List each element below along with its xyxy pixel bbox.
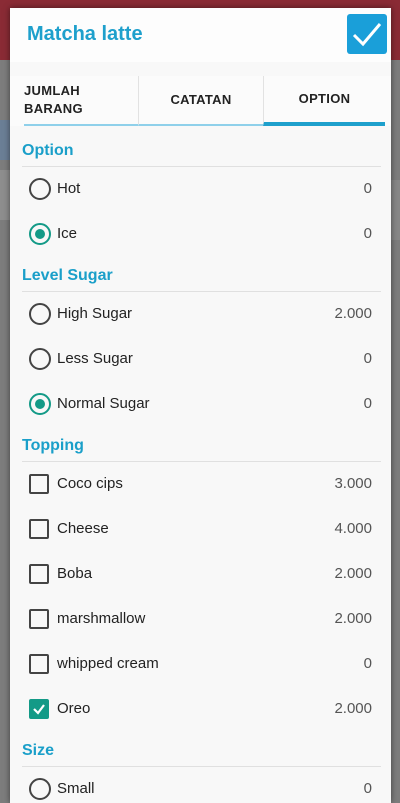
product-option-dialog: Matcha latte JUMLAH BARANG CATATAN OPTION… <box>10 8 391 803</box>
section-header-level-sugar: Level Sugar <box>10 257 391 292</box>
tab-label-line2: BARANG <box>24 101 83 116</box>
tab-label: OPTION <box>298 91 351 106</box>
checkbox-option-coco-cips[interactable]: Coco cips 3.000 <box>10 462 391 507</box>
tab-label-line1: JUMLAH <box>24 83 80 98</box>
radio-button[interactable] <box>29 178 51 200</box>
option-label: whipped cream <box>57 655 159 672</box>
radio-button[interactable] <box>29 303 51 325</box>
radio-option-normal-sugar[interactable]: Normal Sugar 0 <box>10 382 391 427</box>
option-price: 2.000 <box>334 700 372 717</box>
option-price: 0 <box>363 780 372 797</box>
section-title: Option <box>22 142 74 159</box>
radio-option-less-sugar[interactable]: Less Sugar 0 <box>10 337 391 382</box>
dialog-title: Matcha latte <box>27 23 143 45</box>
checkbox[interactable] <box>29 564 49 584</box>
option-label: High Sugar <box>57 305 133 322</box>
tab-bar: JUMLAH BARANG CATATAN OPTION <box>10 76 391 126</box>
checkbox-option-marshmallow[interactable]: marshmallow 2.000 <box>10 597 391 642</box>
checkmark-icon <box>33 704 45 715</box>
option-label: Coco cips <box>57 475 123 492</box>
tab-jumlah-barang[interactable]: JUMLAH BARANG <box>24 76 138 126</box>
checkbox[interactable] <box>29 609 49 629</box>
option-label: Small <box>57 780 95 797</box>
option-price: 3.000 <box>334 475 372 492</box>
options-list: Option Hot 0 Ice 0 Level Sugar High Suga… <box>10 132 391 803</box>
checkbox-option-oreo[interactable]: Oreo 2.000 <box>10 687 391 732</box>
radio-button[interactable] <box>29 778 51 800</box>
checkbox-option-boba[interactable]: Boba 2.000 <box>10 552 391 597</box>
section-header-option: Option <box>10 132 391 167</box>
option-price: 0 <box>363 395 372 412</box>
option-label: Hot <box>57 180 81 197</box>
checkbox-checked[interactable] <box>29 699 49 719</box>
option-label: Normal Sugar <box>57 395 150 412</box>
option-label: Cheese <box>57 520 109 537</box>
section-title: Level Sugar <box>22 267 113 284</box>
checkbox-option-whipped-cream[interactable]: whipped cream 0 <box>10 642 391 687</box>
tab-option[interactable]: OPTION <box>263 76 385 126</box>
option-label: marshmallow <box>57 610 146 627</box>
checkbox[interactable] <box>29 654 49 674</box>
section-header-size: Size <box>10 732 391 767</box>
radio-button[interactable] <box>29 348 51 370</box>
tab-catatan[interactable]: CATATAN <box>138 76 263 126</box>
option-label: Boba <box>57 565 93 582</box>
radio-option-ice[interactable]: Ice 0 <box>10 212 391 257</box>
option-label: Oreo <box>57 700 91 717</box>
option-price: 2.000 <box>334 610 372 627</box>
option-price: 0 <box>363 225 372 242</box>
checkbox[interactable] <box>29 519 49 539</box>
radio-option-high-sugar[interactable]: High Sugar 2.000 <box>10 292 391 337</box>
option-price: 0 <box>363 655 372 672</box>
option-price: 0 <box>363 180 372 197</box>
option-price: 2.000 <box>334 305 372 322</box>
option-price: 2.000 <box>334 565 372 582</box>
radio-option-hot[interactable]: Hot 0 <box>10 167 391 212</box>
checkbox[interactable] <box>29 474 49 494</box>
radio-option-small[interactable]: Small 0 <box>10 767 391 803</box>
option-price: 4.000 <box>334 520 372 537</box>
checkbox-option-cheese[interactable]: Cheese 4.000 <box>10 507 391 552</box>
option-label: Ice <box>57 225 78 242</box>
background-app-right <box>391 60 400 803</box>
radio-button-selected[interactable] <box>29 223 51 245</box>
confirm-button[interactable] <box>347 14 387 54</box>
option-label: Less Sugar <box>57 350 133 367</box>
background-app-left <box>0 60 10 803</box>
radio-button-selected[interactable] <box>29 393 51 415</box>
section-title: Topping <box>22 437 84 454</box>
section-header-topping: Topping <box>10 427 391 462</box>
tab-label: CATATAN <box>170 92 232 107</box>
section-title: Size <box>22 742 55 759</box>
option-price: 0 <box>363 350 372 367</box>
check-icon <box>352 23 382 47</box>
dialog-header: Matcha latte <box>10 8 391 62</box>
